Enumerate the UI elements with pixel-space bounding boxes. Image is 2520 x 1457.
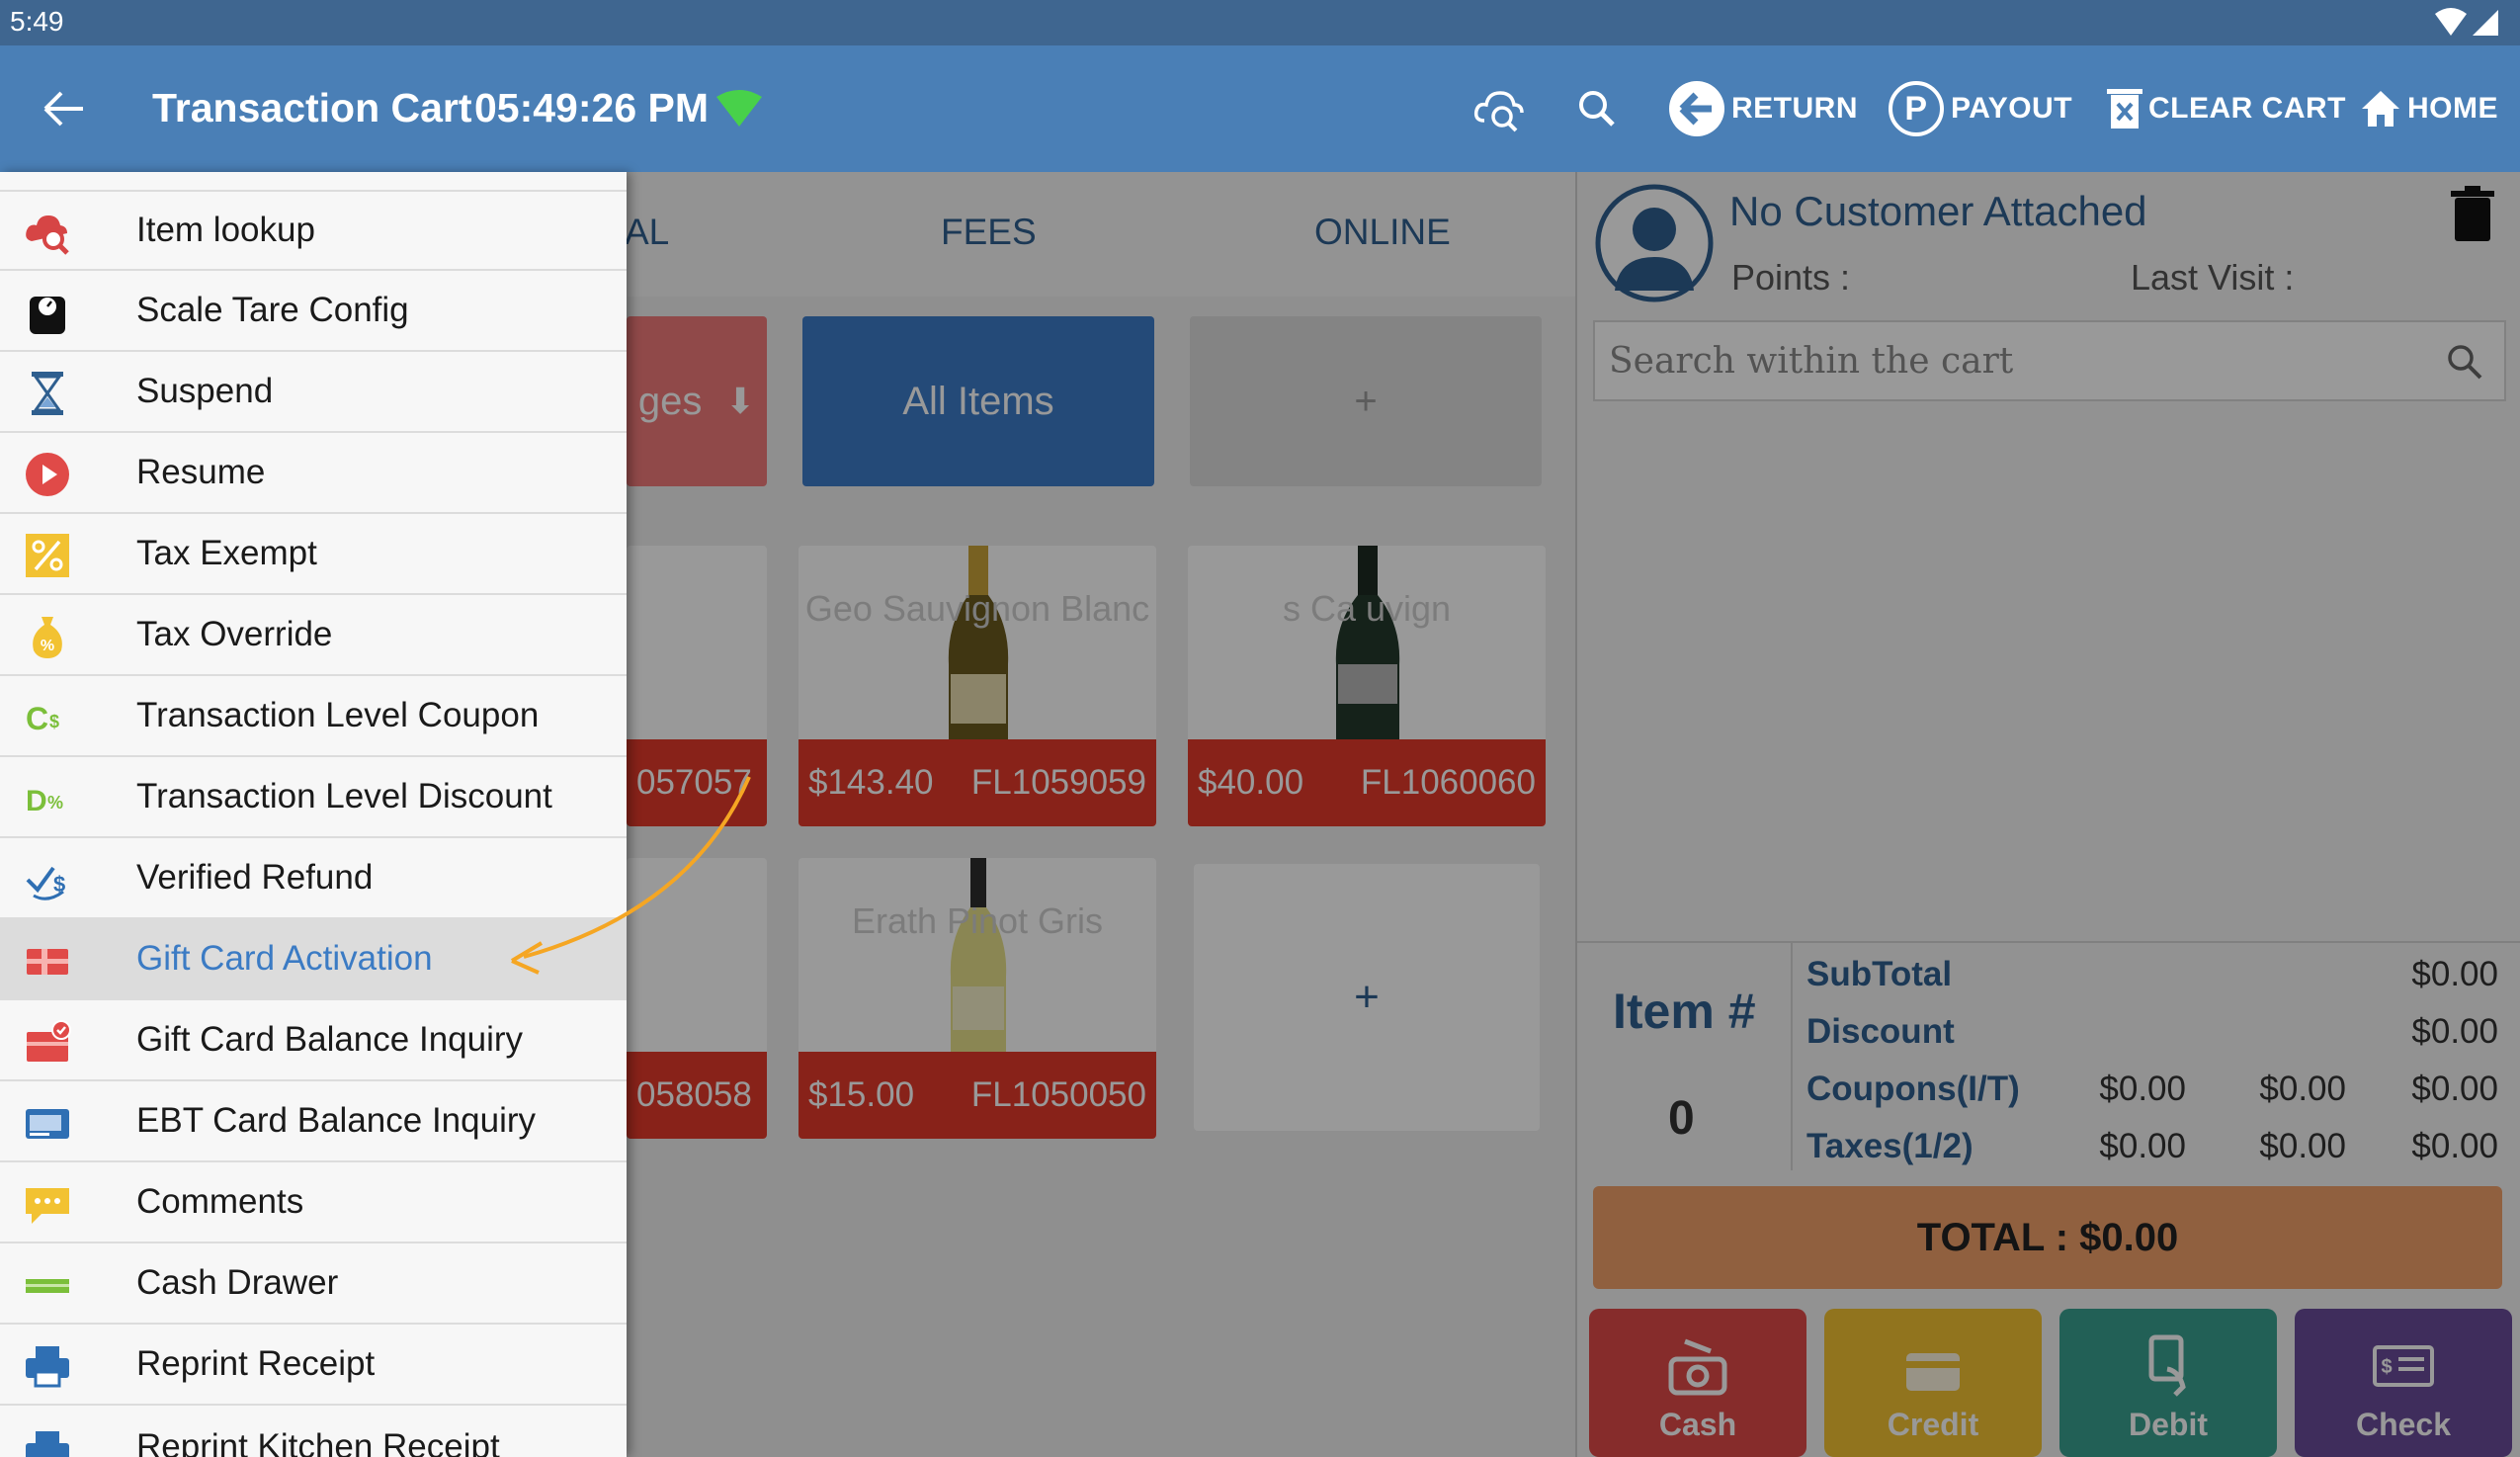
menu-item-comments[interactable]: Comments bbox=[0, 1162, 627, 1243]
hourglass-icon bbox=[32, 372, 63, 415]
svg-text:$: $ bbox=[49, 712, 59, 731]
menu-item-gift-card-balance-inquiry[interactable]: Gift Card Balance Inquiry bbox=[0, 1000, 627, 1081]
home-icon bbox=[2362, 91, 2399, 127]
menu-label: Gift Card Activation bbox=[136, 939, 433, 978]
cloud-search-icon bbox=[26, 215, 69, 255]
app-bar: Transaction Cart 05:49:26 PM RETURN P PA… bbox=[0, 45, 2520, 172]
menu-label: Reprint Receipt bbox=[136, 1344, 376, 1383]
printer-icon bbox=[26, 1431, 69, 1457]
menu-label: Item lookup bbox=[136, 211, 315, 249]
svg-text:C: C bbox=[26, 701, 48, 736]
menu-label: Resume bbox=[136, 453, 266, 491]
menu-label: Verified Refund bbox=[136, 858, 374, 897]
payout-button[interactable]: P PAYOUT bbox=[1888, 75, 2072, 142]
svg-text:%: % bbox=[41, 638, 54, 654]
page-title: Transaction Cart bbox=[152, 85, 472, 130]
back-arrow-icon[interactable] bbox=[40, 87, 87, 130]
discount-icon: D % bbox=[26, 785, 63, 817]
money-bag-icon: % bbox=[33, 617, 62, 658]
menu-item-transaction-level-coupon[interactable]: C $ Transaction Level Coupon bbox=[0, 676, 627, 757]
menu-label: Transaction Level Discount bbox=[136, 777, 552, 815]
clear-cart-button[interactable]: CLEAR CART bbox=[2107, 75, 2346, 142]
gift-card-icon bbox=[27, 949, 68, 975]
printer-icon bbox=[26, 1346, 69, 1388]
cash-drawer-icon bbox=[26, 1279, 69, 1293]
payout-p-icon: P bbox=[1889, 81, 1944, 136]
drawer-scrim[interactable] bbox=[627, 172, 2520, 1457]
return-label: RETURN bbox=[1731, 92, 1858, 125]
status-bar: 5:49 bbox=[0, 0, 2520, 45]
home-button[interactable]: HOME bbox=[2360, 75, 2498, 142]
svg-text:D: D bbox=[26, 785, 47, 817]
menu-label: Suspend bbox=[136, 372, 274, 410]
refund-icon: $ bbox=[26, 866, 65, 900]
home-label: HOME bbox=[2407, 92, 2498, 125]
clear-cart-label: CLEAR CART bbox=[2148, 92, 2346, 125]
status-time: 5:49 bbox=[10, 6, 64, 37]
menu-label: Cash Drawer bbox=[136, 1263, 339, 1302]
menu-label: Transaction Level Coupon bbox=[136, 696, 540, 734]
menu-item-transaction-level-discount[interactable]: D % Transaction Level Discount bbox=[0, 757, 627, 838]
svg-text:$: $ bbox=[53, 872, 65, 897]
menu-item-tax-exempt[interactable]: Tax Exempt bbox=[0, 514, 627, 595]
comment-icon bbox=[26, 1188, 69, 1224]
menu-label: Gift Card Balance Inquiry bbox=[136, 1020, 524, 1059]
svg-text:P: P bbox=[1904, 90, 1927, 128]
coupon-icon: C $ bbox=[26, 701, 59, 736]
menu-item-scale-tare-config[interactable]: Scale Tare Config bbox=[0, 271, 627, 352]
wifi-icon bbox=[716, 90, 762, 127]
menu-item-gift-card-activation[interactable]: Gift Card Activation bbox=[0, 919, 627, 1000]
menu-item-suspend[interactable]: Suspend bbox=[0, 352, 627, 433]
payout-label: PAYOUT bbox=[1951, 92, 2073, 125]
menu-item-reprint-receipt[interactable]: Reprint Receipt bbox=[0, 1325, 627, 1406]
menu-item-resume[interactable]: Resume bbox=[0, 433, 627, 514]
navigation-drawer: Item lookup Scale Tare Config Suspend Re… bbox=[0, 172, 627, 1457]
wifi-signal-status-icon bbox=[2435, 8, 2498, 36]
menu-item-tax-override[interactable]: % Tax Override bbox=[0, 595, 627, 676]
menu-label: EBT Card Balance Inquiry bbox=[136, 1101, 537, 1140]
menu-label: Reprint Kitchen Receipt bbox=[136, 1427, 500, 1457]
svg-text:%: % bbox=[47, 793, 63, 813]
menu-label: Tax Exempt bbox=[136, 534, 317, 572]
menu-item-item-lookup[interactable]: Item lookup bbox=[0, 190, 627, 271]
return-button[interactable]: RETURN bbox=[1668, 75, 1858, 142]
menu-label: Scale Tare Config bbox=[136, 291, 409, 329]
menu-item-reprint-kitchen-receipt[interactable]: Reprint Kitchen Receipt bbox=[0, 1406, 627, 1457]
return-arrow-icon bbox=[1669, 81, 1724, 136]
percent-icon bbox=[26, 534, 69, 577]
menu-item-verified-refund[interactable]: $ Verified Refund bbox=[0, 838, 627, 919]
menu-item-ebt-card-balance-inquiry[interactable]: EBT Card Balance Inquiry bbox=[0, 1081, 627, 1162]
gift-card-balance-icon bbox=[27, 1020, 71, 1062]
menu-item-cash-drawer[interactable]: Cash Drawer bbox=[0, 1243, 627, 1325]
menu-label: Tax Override bbox=[136, 615, 333, 653]
menu-label: Comments bbox=[136, 1182, 304, 1221]
scale-icon bbox=[30, 297, 65, 334]
ebt-card-icon bbox=[26, 1109, 69, 1139]
play-icon bbox=[26, 453, 69, 496]
clock-readout: 05:49:26 PM bbox=[474, 85, 710, 130]
search-icon[interactable] bbox=[1571, 85, 1623, 132]
cloud-search-icon[interactable] bbox=[1472, 85, 1524, 132]
clear-cart-icon bbox=[2107, 89, 2142, 129]
